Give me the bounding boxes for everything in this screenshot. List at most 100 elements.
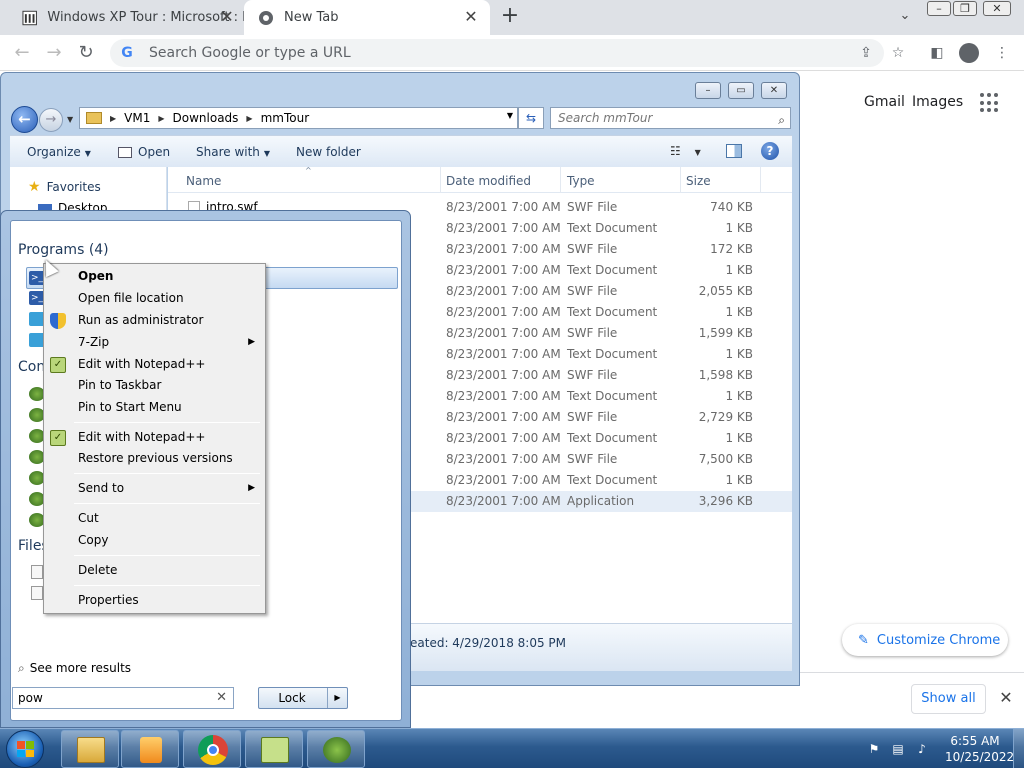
new-tab-button[interactable]: + (498, 5, 522, 29)
file-size: 1 KB (725, 431, 753, 445)
chrome-menu-icon[interactable]: ⋮ (993, 44, 1011, 62)
back-arrow-icon[interactable]: ← (10, 41, 34, 65)
breadcrumb-arrow-icon[interactable]: ▶ (110, 114, 116, 123)
file-type: SWF File (567, 452, 618, 466)
omnibox[interactable]: G Search Google or type a URL (110, 39, 884, 67)
menu-item-pin-to-taskbar[interactable]: Pin to Taskbar (78, 378, 161, 392)
tab-search-chevron-icon[interactable]: ⌄ (896, 8, 914, 26)
menu-item-pin-to-start-menu[interactable]: Pin to Start Menu (78, 400, 182, 414)
address-dropdown-icon[interactable]: ▼ (507, 111, 513, 120)
column-divider[interactable] (760, 167, 761, 193)
tab-close-icon[interactable]: ✕ (462, 8, 480, 26)
show-desktop-button[interactable] (1013, 729, 1024, 768)
document-icon[interactable] (31, 586, 43, 600)
profile-avatar-icon[interactable] (959, 43, 979, 63)
column-header-name[interactable]: Name (186, 174, 221, 188)
menu-item-cut[interactable]: Cut (78, 511, 99, 525)
column-header-type[interactable]: Type (567, 174, 595, 188)
power-options-arrow-icon[interactable]: ▶ (327, 688, 347, 708)
address-bar[interactable]: ▶ VM1 ▶ Downloads ▶ mmTour ▼ (79, 107, 518, 129)
chrome-toolbar: ← → ↻ G Search Google or type a URL ⇪ ☆ … (0, 35, 1024, 71)
show-all-downloads-button[interactable]: Show all (911, 684, 986, 714)
file-date: 8/23/2001 7:00 AM (446, 326, 561, 340)
nav-favorites[interactable]: ★ Favorites (28, 179, 101, 195)
control-panel-header[interactable]: Con (18, 359, 45, 375)
menu-item-7zip[interactable]: 7-Zip (78, 335, 109, 349)
breadcrumb-arrow-icon[interactable]: ▶ (246, 114, 252, 123)
new-folder-button[interactable]: New folder (296, 145, 361, 159)
taskbar-notepad-plus-plus-button[interactable] (245, 730, 303, 768)
gmail-link[interactable]: Gmail (864, 94, 905, 110)
explorer-close-button[interactable]: ✕ (761, 82, 787, 99)
forward-arrow-icon[interactable]: → (42, 41, 66, 65)
menu-item-edit-with-notepad[interactable]: Edit with Notepad++ (78, 357, 205, 371)
column-divider[interactable] (440, 167, 441, 193)
start-search-input[interactable]: pow ✕ (12, 687, 234, 709)
see-more-results-link[interactable]: ⌕ See more results (18, 661, 131, 676)
close-window-button[interactable]: ✕ (983, 1, 1011, 16)
programs-header[interactable]: Programs (4) (18, 242, 109, 258)
network-icon[interactable]: ▤ (890, 741, 906, 757)
taskbar-explorer-button[interactable] (61, 730, 119, 768)
system-clock[interactable]: 6:55 AM 10/25/2022 (945, 733, 1014, 765)
forward-arrow-icon[interactable]: → (39, 108, 63, 132)
images-link[interactable]: Images (912, 94, 963, 110)
menu-item-delete[interactable]: Delete (78, 563, 117, 577)
tab-close-icon[interactable]: ✕ (218, 8, 236, 26)
google-apps-icon[interactable] (980, 93, 1000, 113)
menu-item-restore-previous-versions[interactable]: Restore previous versions (78, 451, 233, 465)
column-divider[interactable] (560, 167, 561, 193)
change-view-icon[interactable]: ☷ ▼ (670, 144, 701, 158)
minimize-button[interactable]: – (927, 1, 951, 16)
menu-item-copy[interactable]: Copy (78, 533, 108, 547)
column-divider[interactable] (680, 167, 681, 193)
share-with-button[interactable]: Share with ▼ (196, 145, 270, 159)
file-type: Text Document (567, 263, 658, 277)
reload-icon[interactable]: ↻ (74, 41, 98, 65)
explorer-minimize-button[interactable]: – (695, 82, 721, 99)
breadcrumb-arrow-icon[interactable]: ▶ (158, 114, 164, 123)
back-arrow-icon[interactable]: ← (11, 106, 38, 133)
tab-new-tab[interactable]: New Tab ✕ (244, 0, 490, 35)
clear-search-icon[interactable]: ✕ (216, 688, 227, 708)
organize-button[interactable]: Organize ▼ (27, 145, 91, 159)
recent-pages-chevron-icon[interactable]: ▼ (67, 115, 73, 124)
breadcrumb-mmtour[interactable]: mmTour (261, 111, 310, 125)
menu-item-edit-with-notepad[interactable]: Edit with Notepad++ (78, 430, 205, 444)
close-download-bar-icon[interactable]: ✕ (998, 690, 1014, 706)
action-center-icon[interactable]: ⚑ (866, 741, 882, 757)
column-header-date[interactable]: Date modified (446, 174, 531, 188)
refresh-icon[interactable]: ⇆ (518, 107, 544, 129)
start-button[interactable] (6, 730, 44, 768)
explorer-search-input[interactable]: Search mmTour ⌕ (550, 107, 791, 129)
menu-separator (74, 422, 260, 423)
menu-item-open[interactable]: Open (78, 269, 113, 283)
menu-item-open-file-location[interactable]: Open file location (78, 291, 184, 305)
menu-item-run-as-administrator[interactable]: Run as administrator (78, 313, 203, 327)
open-button[interactable]: Open (118, 145, 170, 159)
lock-button[interactable]: Lock ▶ (258, 687, 348, 709)
explorer-maximize-button[interactable]: ▭ (728, 82, 754, 99)
file-date: 8/23/2001 7:00 AM (446, 263, 561, 277)
document-icon[interactable] (31, 565, 43, 579)
help-icon[interactable]: ? (761, 142, 779, 160)
favorites-label: Favorites (46, 180, 101, 194)
file-size: 7,500 KB (698, 452, 753, 466)
preview-pane-icon[interactable] (726, 144, 742, 158)
bookmark-star-icon[interactable]: ☆ (889, 44, 907, 62)
taskbar-media-player-button[interactable] (121, 730, 179, 768)
taskbar-chrome-button[interactable] (183, 730, 241, 768)
column-header-size[interactable]: Size (686, 174, 711, 188)
side-panel-icon[interactable]: ◧ (928, 44, 946, 62)
column-headers: ^ Name Date modified Type Size (168, 166, 792, 193)
breadcrumb-vm1[interactable]: VM1 (124, 111, 150, 125)
volume-icon[interactable]: ♪ (914, 741, 930, 757)
customize-chrome-button[interactable]: ✎ Customize Chrome (842, 624, 1008, 656)
menu-item-properties[interactable]: Properties (78, 593, 139, 607)
taskbar-gecko-app-button[interactable] (307, 730, 365, 768)
tab-windows-xp-tour[interactable]: Windows XP Tour : Microsoft : Fr ✕ (8, 0, 246, 35)
share-icon[interactable]: ⇪ (857, 44, 875, 62)
menu-item-send-to[interactable]: Send to (78, 481, 124, 495)
breadcrumb-downloads[interactable]: Downloads (173, 111, 239, 125)
restore-button[interactable]: ❐ (953, 1, 977, 16)
